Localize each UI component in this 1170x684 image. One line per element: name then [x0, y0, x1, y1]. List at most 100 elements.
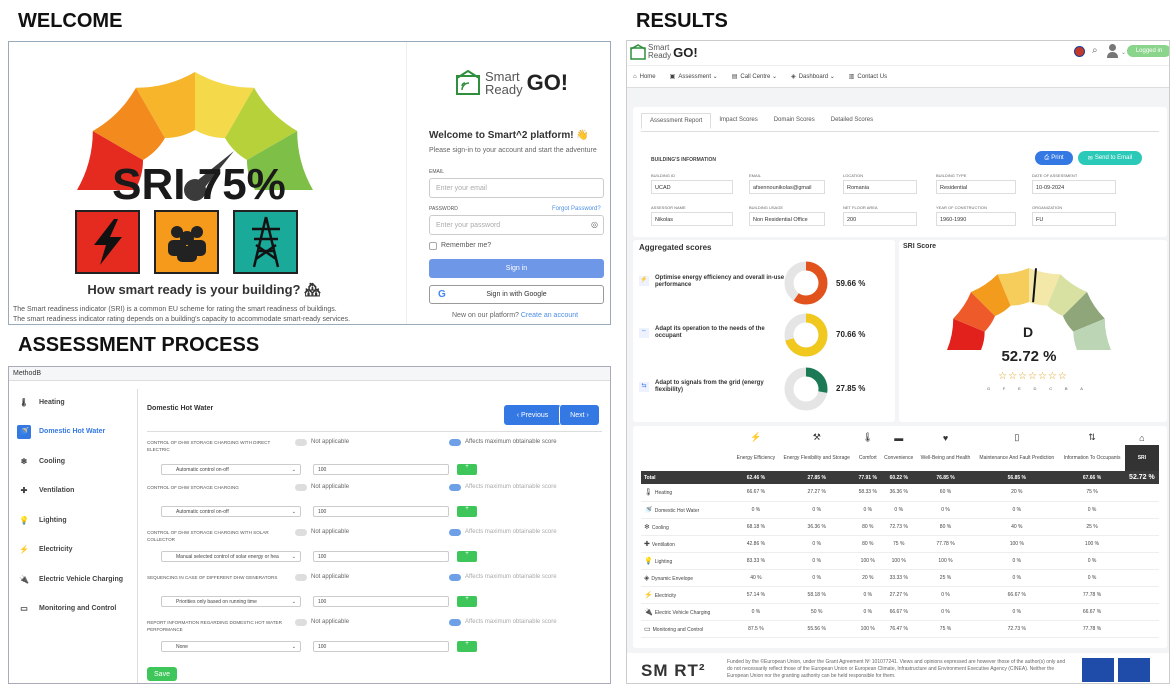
people-icon	[154, 210, 219, 274]
percentage-input[interactable]: 100	[313, 506, 449, 517]
table-cell: 75 %	[939, 625, 952, 632]
not-applicable-label: Not applicable	[311, 529, 350, 535]
not-applicable-toggle[interactable]	[295, 484, 307, 491]
field-label: NET FLOOR AREA	[843, 205, 878, 210]
create-account-link[interactable]: Create an account	[521, 312, 578, 319]
eye-icon[interactable]: ◎	[591, 220, 598, 229]
add-button[interactable]: +	[457, 506, 477, 517]
control-select[interactable]: Automatic control on-off ⌄	[161, 506, 301, 517]
field-value: 200	[843, 212, 917, 226]
add-button[interactable]: +	[457, 641, 477, 652]
nav-label: Assessment ⌄	[678, 74, 718, 80]
sidebar-item-heating[interactable]: 🌡 Heating	[17, 389, 135, 415]
save-button[interactable]: Save	[147, 667, 177, 681]
print-icon: ⎙	[1044, 154, 1050, 161]
building-field: EMAIL afsennounikolas@gmail	[749, 173, 825, 194]
signup-row: New on our platform? Create an account	[452, 312, 578, 319]
building-field: BUILDING USAGE Non Residential Office	[749, 205, 825, 226]
affects-score-toggle[interactable]	[449, 619, 461, 626]
avatar[interactable]	[1107, 44, 1119, 58]
sidebar-item-electricity[interactable]: ⚡ Electricity	[17, 537, 135, 563]
tab-detailed-scores[interactable]: Detailed Scores	[823, 113, 881, 129]
results-title: RESULTS	[636, 10, 728, 32]
nav-item[interactable]: ◈ Dashboard ⌄	[791, 73, 835, 80]
affects-score-toggle[interactable]	[449, 484, 461, 491]
column-header: SRI	[1124, 445, 1159, 471]
not-applicable-label: Not applicable	[311, 619, 350, 625]
sidebar-item-cooling[interactable]: ❄ Cooling	[17, 448, 135, 474]
sri-caption-1: The Smart readiness indicator (SRI) is a…	[13, 306, 337, 313]
sidebar-item-electric-vehicle-charging[interactable]: 🔌 Electric Vehicle Charging	[17, 566, 135, 592]
google-signin-button[interactable]: G Sign in with Google	[429, 285, 604, 304]
password-input[interactable]: Enter your password	[429, 215, 604, 235]
remember-checkbox[interactable]	[429, 242, 437, 250]
add-button[interactable]: +	[457, 464, 477, 475]
tab-impact-scores[interactable]: Impact Scores	[711, 113, 765, 129]
not-applicable-label: Not applicable	[311, 574, 350, 580]
uk-flag-icon[interactable]	[1074, 46, 1085, 57]
affects-score-toggle[interactable]	[449, 529, 461, 536]
control-select[interactable]: None ⌄	[161, 641, 301, 652]
logo-ready: Ready	[648, 51, 672, 60]
sidebar-item-domestic-hot-water[interactable]: 🚿 Domestic Hot Water	[17, 419, 135, 445]
forgot-password-link[interactable]: Forgot Password?	[552, 206, 601, 212]
sidebar-item-ventilation[interactable]: ✚ Ventilation	[17, 478, 135, 504]
question-label: REPORT INFORMATION REGARDING DOMESTIC HO…	[147, 620, 282, 632]
previous-button[interactable]: ‹ Previous	[504, 405, 561, 425]
search-icon[interactable]: ⌕	[1092, 45, 1098, 56]
table-cell: 25 %	[1086, 523, 1098, 530]
not-applicable-toggle[interactable]	[295, 619, 307, 626]
percentage-input[interactable]: 100	[313, 596, 449, 607]
percentage-input[interactable]: 100	[313, 464, 449, 475]
sri-score-title: SRI Score	[903, 243, 937, 250]
sidebar-item-monitoring-and-control[interactable]: ▭ Monitoring and Control	[17, 596, 135, 622]
table-cell: 0 %	[812, 506, 822, 513]
eu-flag-icon	[1118, 658, 1150, 682]
sidebar-item-lighting[interactable]: 💡 Lighting	[17, 507, 135, 533]
domain-icon: ⚡	[19, 545, 29, 554]
domain-icon: 🚿	[17, 424, 31, 439]
table-cell: 20 %	[1011, 489, 1023, 496]
table-cell: 66.67 %	[889, 608, 908, 615]
nav-item[interactable]: ▤ Call Centre ⌄	[732, 73, 777, 80]
not-applicable-toggle[interactable]	[295, 529, 307, 536]
signin-button[interactable]: Sign in	[429, 259, 604, 278]
nav-item[interactable]: ▣ Assessment ⌄	[670, 73, 718, 80]
chevron-down-icon[interactable]: ⌄	[1121, 49, 1126, 56]
email-input[interactable]: Enter your email	[429, 178, 604, 198]
print-button[interactable]: ⎙ Print	[1035, 151, 1073, 165]
affects-score-toggle[interactable]	[449, 574, 461, 581]
score-icon: ⇆	[639, 382, 649, 392]
row-icon: 🚿	[644, 506, 653, 514]
welcome-panel: SRI 75% How smart ready is your building…	[8, 41, 611, 325]
domain-icon: 💡	[19, 515, 29, 525]
next-button[interactable]: Next ›	[559, 405, 599, 425]
control-select[interactable]: Manual selected control of solar energy …	[161, 551, 301, 562]
table-cell: 57.14 %	[746, 591, 766, 598]
send-email-button[interactable]: ✉ Send to Email	[1078, 151, 1142, 165]
nav-item[interactable]: ▥ Contact Us	[849, 73, 887, 80]
add-button[interactable]: +	[457, 596, 477, 607]
field-value: afsennounikolas@gmail	[749, 180, 825, 194]
tab-assessment-report[interactable]: Assessment Report	[641, 113, 712, 129]
not-applicable-toggle[interactable]	[295, 574, 307, 581]
domain-icon: ❄	[20, 456, 28, 466]
control-select[interactable]: Automatic control on-off ⌄	[161, 464, 301, 475]
add-button[interactable]: +	[457, 551, 477, 562]
star-letter: E	[1018, 386, 1021, 391]
table-cell: 80 %	[862, 540, 874, 547]
percentage-input[interactable]: 100	[313, 641, 449, 652]
affects-score-toggle[interactable]	[449, 439, 461, 446]
row-label: 🚿 Domestic Hot Water	[644, 506, 700, 514]
table-cell: 0 %	[751, 608, 761, 615]
nav-item[interactable]: ⌂ Home	[633, 74, 656, 80]
question-row: CONTROL OF DHW STORAGE CHARGING WITH DIR…	[147, 437, 607, 482]
domain-title: Domestic Hot Water	[147, 405, 214, 412]
chevron-down-icon: ⌄	[291, 554, 296, 560]
percentage-input[interactable]: 100	[313, 551, 449, 562]
not-applicable-toggle[interactable]	[295, 439, 307, 446]
row-label: ⚡ Electricity	[644, 591, 677, 599]
control-select[interactable]: Priorities only based on running time ⌄	[161, 596, 301, 607]
tab-domain-scores[interactable]: Domain Scores	[766, 113, 823, 129]
total-cell: 56.85 %	[1007, 474, 1026, 481]
